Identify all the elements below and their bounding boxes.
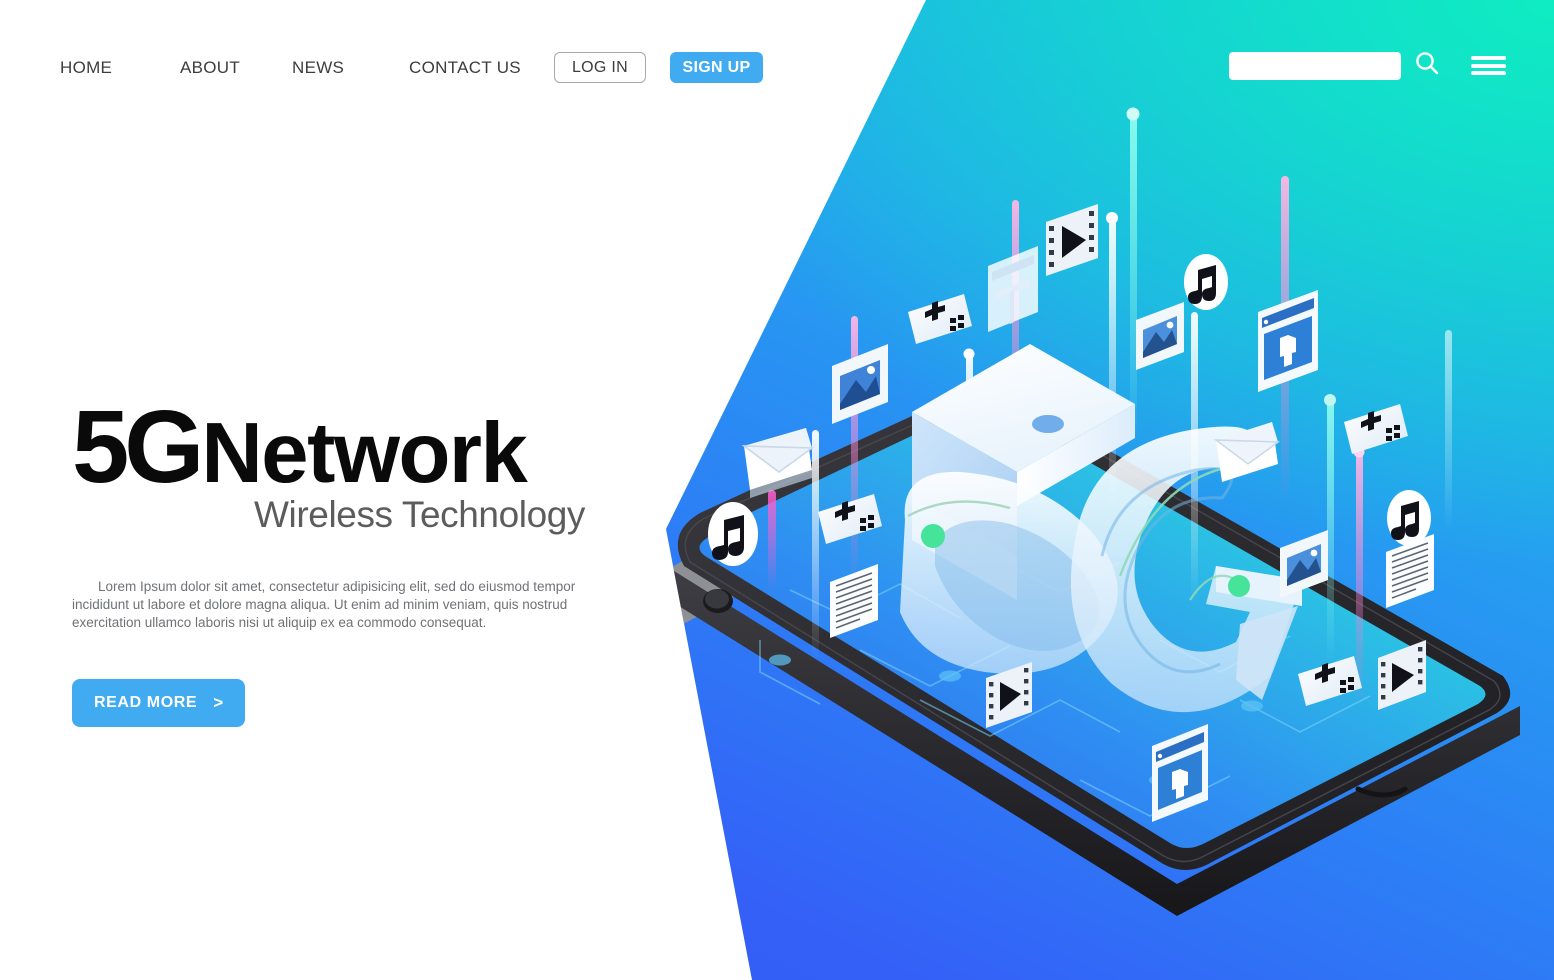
nav-link-contact-us[interactable]: CONTACT US [409,58,554,78]
page-title: 5GNetwork [72,395,632,498]
title-network: Network [201,406,527,501]
search-icon[interactable] [1414,50,1440,81]
hamburger-menu-icon[interactable] [1471,56,1506,75]
search-input[interactable] [1229,51,1401,80]
hero-content: 5GNetwork Wireless Technology Lorem Ipsu… [72,395,632,728]
hero-paragraph: Lorem Ipsum dolor sit amet, consectetur … [72,579,576,630]
signup-button[interactable]: SIGN UP [670,52,763,83]
page-subtitle: Wireless Technology [254,494,586,535]
read-more-label: READ MORE [94,694,198,712]
nav-links-group: HOME ABOUT NEWS CONTACT US LOG IN SIGN U… [60,52,763,83]
login-button[interactable]: LOG IN [554,52,646,83]
hamburger-bar [1471,71,1506,75]
chevron-right-icon: > [213,693,224,713]
landing-page: HOME ABOUT NEWS CONTACT US LOG IN SIGN U… [0,0,1554,980]
nav-link-about[interactable]: ABOUT [180,58,292,78]
title-5g: 5G [72,389,204,504]
nav-link-home[interactable]: HOME [60,58,180,78]
nav-link-news[interactable]: NEWS [292,58,409,78]
read-more-button[interactable]: READ MORE > [72,679,246,728]
hamburger-bar [1471,56,1506,60]
top-navigation-bar: HOME ABOUT NEWS CONTACT US LOG IN SIGN U… [0,0,1554,120]
hamburger-bar [1471,63,1506,68]
nav-search-group [1229,50,1506,81]
